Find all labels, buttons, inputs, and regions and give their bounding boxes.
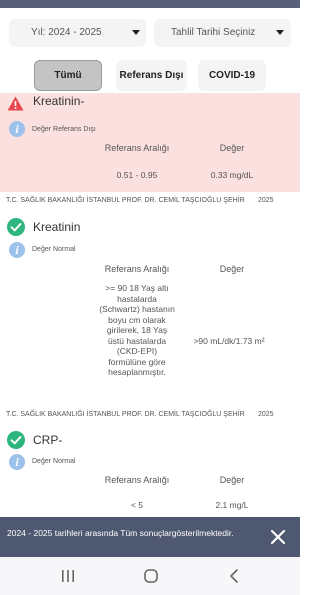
filters-bar: Yıl: 2024 - 2025 Tahlil Tarihi Seçiniz xyxy=(0,19,300,47)
close-icon[interactable] xyxy=(270,529,286,545)
warning-triangle-icon xyxy=(7,96,24,111)
home-icon[interactable] xyxy=(142,567,160,585)
test-date: 2025 xyxy=(258,411,274,418)
recents-icon[interactable] xyxy=(60,567,76,585)
test-name: Kreatinin xyxy=(33,220,81,234)
range-header: Referans Aralığı xyxy=(104,475,170,485)
reference-range: 0.51 - 0.95 xyxy=(116,170,158,180)
test-card-kreatinin[interactable]: Kreatinin i Değer Normal Referans Aralığ… xyxy=(0,213,300,403)
date-select-value: Tahlil Tarihi Seçiniz xyxy=(171,27,256,38)
test-name: CRP- xyxy=(33,433,63,447)
caret-down-icon xyxy=(276,30,284,35)
tab-out-of-range[interactable]: Referans Dışı xyxy=(116,60,187,91)
year-select[interactable]: Yıl: 2024 - 2025 xyxy=(9,19,146,47)
test-value: 2.1 mg/L xyxy=(215,500,249,510)
test-status: Değer Normal xyxy=(32,246,76,253)
range-header: Referans Aralığı xyxy=(104,143,170,153)
test-date: 2025 xyxy=(258,197,274,204)
test-status: Değer Normal xyxy=(32,458,76,465)
year-select-value: Yıl: 2024 - 2025 xyxy=(31,27,102,38)
reference-range: < 5 xyxy=(130,500,144,510)
institution-name: T.C. SAĞLIK BAKANLIĞI İSTANBUL PROF. DR.… xyxy=(6,197,245,204)
tab-all[interactable]: Tümü xyxy=(34,60,102,91)
tab-covid19[interactable]: COVID-19 xyxy=(198,60,266,91)
reference-range: >= 90 18 Yaş altı hastalarda (Schwartz) … xyxy=(99,283,175,377)
back-icon[interactable] xyxy=(226,567,242,585)
test-value: >90 mL/dk/1.73 m² xyxy=(193,336,265,346)
check-circle-icon xyxy=(7,431,25,449)
range-header: Referans Aralığı xyxy=(104,264,170,274)
caret-down-icon xyxy=(132,30,140,35)
snackbar: 2024 - 2025 tarihleri arasında Tüm sonuç… xyxy=(0,517,300,557)
date-select[interactable]: Tahlil Tarihi Seçiniz xyxy=(154,19,291,47)
value-header: Değer xyxy=(219,475,245,485)
system-nav-bar xyxy=(0,557,300,595)
test-name: Kreatinin- xyxy=(33,94,85,108)
test-card-crp[interactable]: CRP- i Değer Normal Referans Aralığı Değ… xyxy=(0,426,300,517)
status-bar xyxy=(0,0,300,8)
check-circle-icon xyxy=(7,218,25,236)
institution-name: T.C. SAĞLIK BAKANLIĞI İSTANBUL PROF. DR.… xyxy=(6,411,245,418)
snackbar-message: 2024 - 2025 tarihleri arasında Tüm sonuç… xyxy=(7,528,234,538)
info-icon[interactable]: i xyxy=(9,454,25,470)
test-value: 0.33 mg/dL xyxy=(210,170,254,180)
value-header: Değer xyxy=(219,143,245,153)
test-card-kreatinin-abnormal[interactable]: Kreatinin- i Değer Referans Dışı Referan… xyxy=(0,93,300,192)
test-status: Değer Referans Dışı xyxy=(32,126,96,133)
value-header: Değer xyxy=(219,264,245,274)
info-icon[interactable]: i xyxy=(9,242,25,258)
info-icon[interactable]: i xyxy=(9,121,25,137)
